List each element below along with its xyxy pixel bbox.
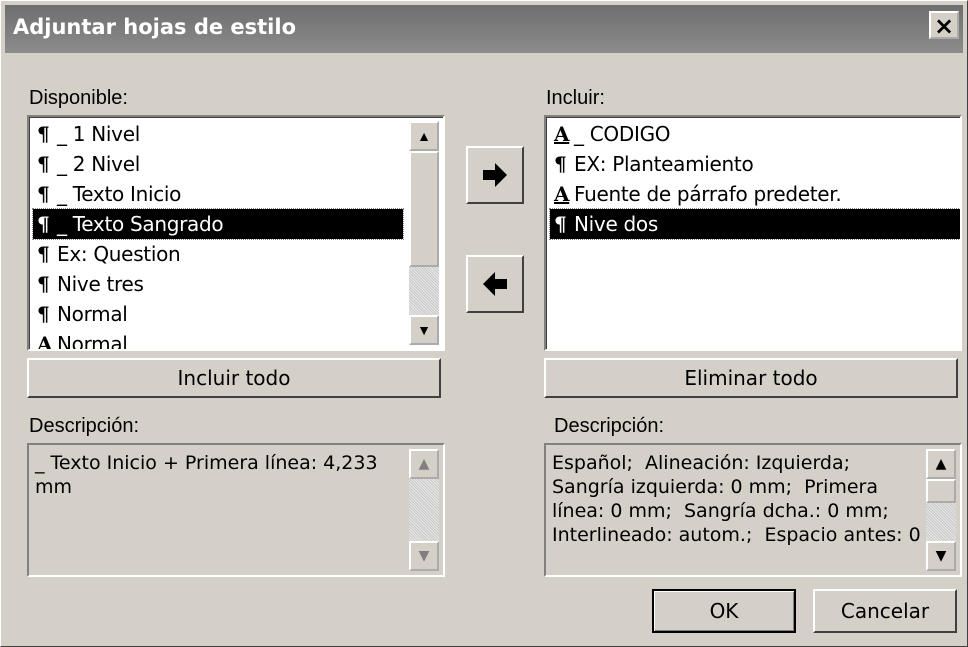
dialog-window: Adjuntar hojas de estilo × Disponible: ¶… bbox=[0, 0, 968, 647]
paragraph-style-icon: ¶ bbox=[37, 272, 50, 296]
scroll-down-button[interactable]: ▼ bbox=[409, 315, 439, 345]
list-item-label: Fuente de párrafo predeter. bbox=[574, 182, 842, 206]
title-bar[interactable]: Adjuntar hojas de estilo × bbox=[5, 5, 963, 53]
list-item[interactable]: ¶ Nive dos bbox=[549, 208, 960, 240]
list-item-label: EX: Planteamiento bbox=[574, 152, 754, 176]
right-description-text: Español; Alineación: Izquierda; Sangría … bbox=[552, 452, 921, 546]
ok-button[interactable]: OK bbox=[652, 589, 796, 633]
list-item-label: _ CODIGO bbox=[574, 122, 671, 146]
list-item-label: _ Texto Inicio bbox=[57, 182, 182, 206]
list-item[interactable]: ¶ Ex: Question bbox=[33, 239, 403, 269]
list-item-label: Nive tres bbox=[57, 272, 144, 296]
scroll-up-button[interactable]: ▲ bbox=[409, 449, 439, 479]
close-button[interactable]: × bbox=[929, 11, 959, 39]
list-item-label: Normal bbox=[57, 332, 128, 351]
list-item-label: _ 1 Nivel bbox=[57, 122, 140, 146]
available-label-text: Disponible: bbox=[29, 87, 128, 109]
list-item[interactable]: ¶ Normal bbox=[33, 299, 403, 329]
remove-all-button[interactable]: Eliminar todo bbox=[544, 358, 958, 398]
right-description-box: Español; Alineación: Izquierda; Sangría … bbox=[544, 443, 962, 577]
left-description-scrollbar[interactable]: ▲ ▼ bbox=[409, 449, 439, 571]
available-items: ¶ _ 1 Nivel ¶ _ 2 Nivel ¶ _ Texto Inicio ¶ _ Te… bbox=[32, 119, 404, 351]
character-style-icon: A bbox=[37, 332, 53, 351]
list-item-label: _ 2 Nivel bbox=[57, 152, 140, 176]
available-scrollbar[interactable]: ▲ ▼ bbox=[409, 121, 439, 345]
list-item[interactable]: ¶ Nive tres bbox=[33, 269, 403, 299]
window-title: Adjuntar hojas de estilo bbox=[13, 15, 297, 39]
include-list[interactable]: A _ CODIGO ¶ EX: Planteamiento A Fuente de pá… bbox=[544, 115, 962, 351]
paragraph-style-icon: ¶ bbox=[37, 302, 50, 326]
include-label-text: Incluir: bbox=[546, 87, 605, 109]
available-label: Disponible: bbox=[29, 87, 128, 110]
scroll-down-button[interactable]: ▼ bbox=[409, 541, 439, 571]
scroll-up-button[interactable]: ▲ bbox=[926, 449, 956, 479]
scroll-down-button[interactable]: ▼ bbox=[926, 541, 956, 571]
list-item-label: Normal bbox=[57, 302, 128, 326]
paragraph-style-icon: ¶ bbox=[554, 152, 567, 176]
right-description-label: Descripción: bbox=[554, 415, 665, 437]
scroll-up-button[interactable]: ▲ bbox=[409, 121, 439, 151]
paragraph-style-icon: ¶ bbox=[37, 212, 50, 236]
list-item[interactable]: ¶ _ Texto Inicio bbox=[33, 179, 403, 209]
scroll-thumb[interactable] bbox=[926, 479, 956, 503]
left-description-label: Descripción: bbox=[29, 415, 140, 437]
cancel-button[interactable]: Cancelar bbox=[813, 589, 957, 633]
available-list[interactable]: ¶ _ 1 Nivel ¶ _ 2 Nivel ¶ _ Texto Inicio ¶ _ Te… bbox=[27, 115, 445, 351]
list-item[interactable]: A Normal bbox=[33, 329, 403, 351]
list-item[interactable]: A _ CODIGO bbox=[550, 119, 960, 149]
list-item-label: Nive dos bbox=[574, 212, 658, 236]
list-item[interactable]: ¶ EX: Planteamiento bbox=[550, 149, 960, 179]
add-style-button[interactable] bbox=[466, 146, 524, 204]
include-all-button[interactable]: Incluir todo bbox=[27, 358, 441, 398]
remove-style-button[interactable] bbox=[466, 255, 524, 313]
list-item-label: _ Texto Sangrado bbox=[57, 212, 224, 236]
list-item[interactable]: ¶ _ Texto Sangrado bbox=[32, 208, 404, 240]
left-description-box: _ Texto Inicio + Primera línea: 4,233 mm… bbox=[27, 443, 445, 577]
paragraph-style-icon: ¶ bbox=[37, 182, 50, 206]
paragraph-style-icon: ¶ bbox=[37, 152, 50, 176]
scroll-thumb[interactable] bbox=[409, 151, 439, 267]
paragraph-style-icon: ¶ bbox=[554, 212, 567, 236]
list-item-label: Ex: Question bbox=[57, 242, 181, 266]
character-style-icon: A bbox=[554, 122, 570, 146]
right-description-scrollbar[interactable]: ▲ ▼ bbox=[926, 449, 956, 571]
character-style-icon: A bbox=[554, 182, 570, 206]
list-item[interactable]: ¶ _ 1 Nivel bbox=[33, 119, 403, 149]
list-item[interactable]: ¶ _ 2 Nivel bbox=[33, 149, 403, 179]
list-item[interactable]: A Fuente de párrafo predeter. bbox=[550, 179, 960, 209]
paragraph-style-icon: ¶ bbox=[37, 242, 50, 266]
paragraph-style-icon: ¶ bbox=[37, 122, 50, 146]
include-label: Incluir: bbox=[546, 87, 605, 110]
left-description-text: _ Texto Inicio + Primera línea: 4,233 mm bbox=[35, 452, 378, 498]
include-items: A _ CODIGO ¶ EX: Planteamiento A Fuente de pá… bbox=[549, 119, 960, 240]
